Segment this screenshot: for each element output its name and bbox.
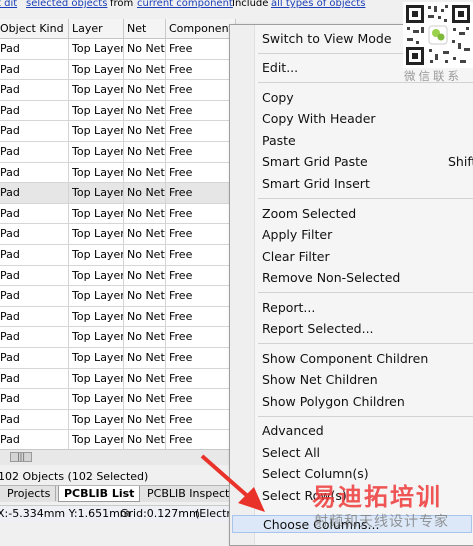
brand-tagline: 射频和天线设计专家 (314, 514, 449, 530)
brand-watermark: 易迪拓培训 (312, 483, 442, 511)
annotation-arrow-icon (200, 454, 265, 512)
